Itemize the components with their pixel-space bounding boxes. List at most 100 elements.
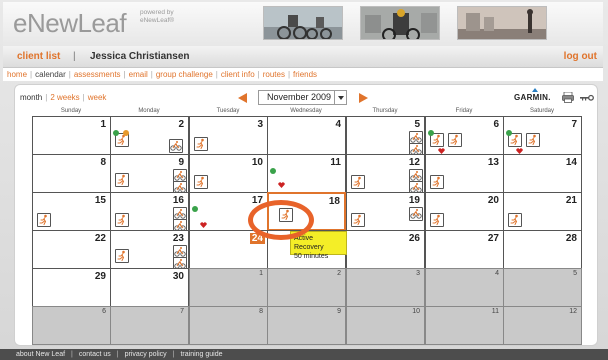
calendar-day-other-month[interactable]: 1 [189,268,268,307]
client-bar: client list | Jessica Christiansen log o… [3,46,603,68]
calendar-day[interactable]: 19 [346,192,425,231]
nav-assessments[interactable]: assessments [74,70,121,79]
calendar-day[interactable]: 7 [503,116,582,155]
calendar-day-other-month[interactable]: 10 [346,306,425,345]
running-workout-icon[interactable] [430,213,444,227]
nav-home[interactable]: home [7,70,27,79]
calendar-day[interactable]: 9 [110,154,189,195]
day-number: 10 [251,157,263,168]
calendar-day-other-month[interactable]: 12 [503,306,582,345]
calendar-day[interactable]: 23 [110,230,189,271]
calendar-day[interactable]: 12 [346,154,425,195]
previous-month-arrow-icon[interactable] [238,93,247,103]
running-workout-icon[interactable] [115,249,129,263]
day-number: 9 [337,308,341,315]
calendar-day[interactable]: 11 [267,154,346,193]
print-icon[interactable] [562,92,574,103]
day-number: 12 [569,308,577,315]
calendar-day[interactable]: 14 [503,154,582,193]
heart-rate-icon [438,141,445,154]
day-number: 3 [416,270,420,277]
running-workout-icon[interactable] [194,175,208,189]
calendar-day-other-month[interactable]: 7 [110,306,189,345]
calendar-day[interactable]: 15 [32,192,111,231]
nav-friends[interactable]: friends [293,70,317,79]
nav-calendar[interactable]: calendar [35,70,66,79]
calendar-day[interactable]: 16 [110,192,189,233]
completed-check-icon [113,130,119,136]
calendar-day[interactable]: 20 [425,192,504,231]
running-workout-icon[interactable] [508,213,522,227]
logout-link[interactable]: log out [564,51,597,62]
calendar-day-other-month[interactable]: 4 [425,268,504,307]
heart-rate-icon [278,175,285,188]
view-two-weeks[interactable]: 2 weeks [50,93,79,102]
running-workout-icon[interactable] [115,173,129,187]
running-workout-icon[interactable] [351,175,365,189]
nav-group-challenge[interactable]: group challenge [156,70,213,79]
footer-contact-link[interactable]: contact us [79,351,111,358]
key-icon[interactable] [580,94,594,102]
calendar-day[interactable]: 3 [189,116,268,155]
day-number: 1 [259,270,263,277]
day-number: 6 [102,308,106,315]
calendar-day[interactable]: 1 [32,116,111,155]
calendar-day[interactable]: 6 [425,116,504,155]
garmin-logo[interactable]: GARMIN. [514,88,551,102]
footer-privacy-link[interactable]: privacy policy [125,351,167,358]
next-month-arrow-icon[interactable] [359,93,368,103]
nav-routes[interactable]: routes [263,70,285,79]
day-number: 14 [565,157,577,168]
calendar-day[interactable]: 10 [189,154,268,193]
completed-check-icon [192,206,198,212]
day-number: 13 [487,157,499,168]
calendar-day-other-month[interactable]: 2 [267,268,346,307]
calendar-day[interactable]: 13 [425,154,504,193]
day-number: 18 [328,196,340,207]
calendar-day[interactable]: 26 [346,230,425,269]
cycling-workout-icon[interactable] [409,207,423,221]
calendar-day[interactable]: 21 [503,192,582,231]
nav-email[interactable]: email [129,70,148,79]
dow-monday: Monday [138,108,160,114]
cycling-workout-icon[interactable] [169,139,183,153]
calendar-day[interactable]: 27 [425,230,504,269]
calendar-day-other-month[interactable]: 5 [503,268,582,307]
calendar-day[interactable]: 22 [32,230,111,269]
calendar-day[interactable]: 4 [267,116,346,155]
completed-check-icon [428,130,434,136]
calendar-day[interactable]: 29 [32,268,111,307]
calendar-day-other-month[interactable]: 9 [267,306,346,345]
day-number: 28 [565,233,577,244]
calendar-day[interactable]: 28 [503,230,582,269]
calendar-day[interactable]: 30 [110,268,189,307]
running-workout-icon[interactable] [351,213,365,227]
calendar-day-other-month[interactable]: 11 [425,306,504,345]
running-workout-icon[interactable] [448,133,462,147]
calendar-day-other-month[interactable]: 8 [189,306,268,345]
header-photo-cyclists [263,6,343,40]
calendar-day[interactable]: 8 [32,154,111,193]
footer-about-link[interactable]: about New Leaf [16,351,65,358]
chevron-down-icon[interactable] [334,91,346,104]
day-number: 4 [335,119,341,130]
running-workout-icon[interactable] [115,213,129,227]
calendar-day-other-month[interactable]: 6 [32,306,111,345]
month-select[interactable]: November 2009 [258,90,347,105]
calendar-day[interactable]: 2 [110,116,189,155]
dow-friday: Friday [455,108,473,114]
logo[interactable]: eNewLeaf [13,8,127,39]
calendar-day-other-month[interactable]: 3 [346,268,425,307]
calendar-day[interactable]: 24 [189,230,268,269]
view-month[interactable]: month [20,93,42,102]
nav-client-info[interactable]: client info [221,70,255,79]
day-number: 16 [172,195,184,206]
view-week[interactable]: week [88,93,107,102]
running-workout-icon[interactable] [526,133,540,147]
running-workout-icon[interactable] [430,175,444,189]
client-list-link[interactable]: client list [17,51,60,62]
running-workout-icon[interactable] [37,213,51,227]
calendar-day[interactable]: 5 [346,116,425,157]
footer-training-guide-link[interactable]: training guide [180,351,222,358]
running-workout-icon[interactable] [194,137,208,151]
